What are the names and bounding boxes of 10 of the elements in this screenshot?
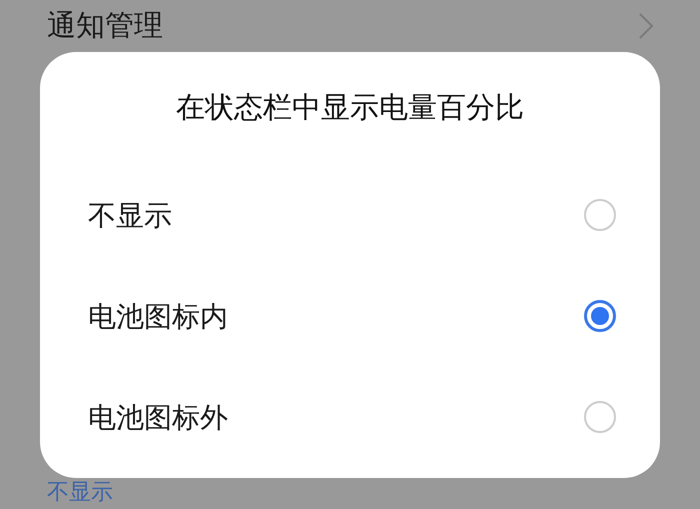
setting-value: 不显示	[46, 481, 113, 506]
settings-row-label[interactable]: 通知管理	[47, 10, 163, 42]
radio-button[interactable]	[584, 199, 616, 232]
option-label[interactable]: 电池图标内	[88, 300, 228, 334]
radio-button[interactable]	[584, 401, 616, 434]
option-label[interactable]: 不显示	[88, 198, 172, 232]
option-label[interactable]: 电池图标外	[88, 400, 228, 434]
radio-button[interactable]	[584, 300, 616, 332]
dialog-title: 在状态栏中显示电量百分比	[175, 90, 525, 125]
chevron-right-icon	[638, 12, 654, 40]
